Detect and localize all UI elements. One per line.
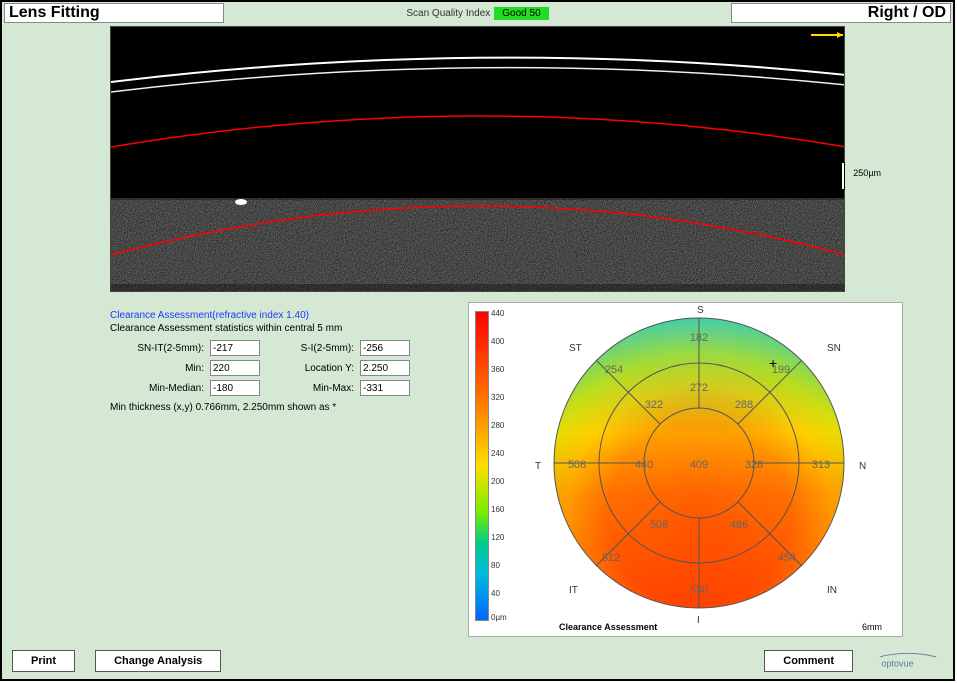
svg-text:288: 288 (735, 399, 753, 411)
svg-text:254: 254 (605, 364, 623, 376)
clearance-subtitle: Clearance Assessment statistics within c… (110, 323, 450, 334)
map-title: Clearance Assessment (559, 622, 657, 632)
svg-text:454: 454 (778, 552, 796, 564)
change-analysis-button[interactable]: Change Analysis (95, 650, 221, 672)
print-button[interactable]: Print (12, 650, 75, 672)
minmed-field[interactable] (210, 380, 260, 396)
header-bar: Lens Fitting Scan Quality Index Good 50 … (2, 2, 953, 24)
colorbar-tick: 0µm (491, 613, 507, 622)
scale-bar-label: 250µm (853, 168, 881, 178)
colorbar-tick: 40 (491, 589, 500, 598)
svg-text:322: 322 (645, 399, 663, 411)
si-field[interactable] (360, 340, 410, 356)
minmed-label: Min-Median: (110, 383, 210, 394)
svg-text:512: 512 (602, 552, 620, 564)
svg-text:optovue: optovue (881, 659, 913, 669)
svg-text:508: 508 (568, 459, 586, 471)
snit-label: SN-IT(2-5mm): (110, 343, 210, 354)
colorbar-tick: 400 (491, 337, 504, 346)
compass-i: I (697, 615, 700, 626)
svg-text:182: 182 (690, 332, 708, 344)
colorbar-tick: 240 (491, 449, 504, 458)
colorbar-tick: 440 (491, 309, 504, 318)
svg-text:508: 508 (650, 519, 668, 531)
svg-text:530: 530 (690, 584, 708, 596)
footer-bar: Print Change Analysis Comment optovue (2, 643, 953, 679)
svg-text:313: 313 (812, 459, 830, 471)
colorbar-tick: 120 (491, 533, 504, 542)
minmax-label: Min-Max: (260, 383, 360, 394)
app-window: Lens Fitting Scan Quality Index Good 50 … (0, 0, 955, 681)
compass-in: IN (827, 585, 837, 596)
clearance-map[interactable]: 440 400 360 320 280 240 200 160 120 80 4… (468, 302, 903, 637)
colorbar-tick: 80 (491, 561, 500, 570)
map-scale: 6mm (862, 622, 882, 632)
colorbar-tick: 280 (491, 421, 504, 430)
page-title: Lens Fitting (4, 3, 224, 23)
svg-text:486: 486 (730, 519, 748, 531)
min-label: Min: (110, 363, 210, 374)
colorbar-tick: 320 (491, 393, 504, 402)
colorbar (475, 311, 489, 621)
svg-text:272: 272 (690, 382, 708, 394)
minmax-field[interactable] (360, 380, 410, 396)
colorbar-tick: 360 (491, 365, 504, 374)
header-center: Scan Quality Index Good 50 (224, 7, 731, 20)
compass-s: S (697, 305, 704, 316)
min-field[interactable] (210, 360, 260, 376)
compass-st: ST (569, 343, 582, 354)
oct-scan-image[interactable] (110, 26, 845, 292)
radial-map-svg: + 409 272 288 322 440 328 508 486 182 19… (549, 313, 849, 613)
svg-text:199: 199 (772, 364, 790, 376)
eye-label: Right / OD (731, 3, 951, 23)
compass-it: IT (569, 585, 578, 596)
colorbar-tick: 200 (491, 477, 504, 486)
svg-text:440: 440 (635, 459, 653, 471)
scan-quality-label: Scan Quality Index (406, 8, 490, 19)
clearance-panel: Clearance Assessment(refractive index 1.… (110, 310, 450, 413)
compass-sn: SN (827, 343, 841, 354)
clearance-title: Clearance Assessment(refractive index 1.… (110, 310, 450, 321)
compass-n: N (859, 461, 866, 472)
locy-field[interactable] (360, 360, 410, 376)
compass-t: T (535, 461, 541, 472)
scale-bar-icon (841, 162, 845, 190)
si-label: S-I(2-5mm): (260, 343, 360, 354)
svg-text:328: 328 (745, 459, 763, 471)
svg-text:409: 409 (690, 459, 708, 471)
scan-svg (111, 27, 845, 292)
scan-quality-badge: Good 50 (494, 7, 548, 20)
locy-label: Location Y: (260, 363, 360, 374)
colorbar-tick: 160 (491, 505, 504, 514)
min-thickness-note: Min thickness (x,y) 0.766mm, 2.250mm sho… (110, 402, 450, 413)
optovue-logo: optovue (873, 650, 943, 672)
comment-button[interactable]: Comment (764, 650, 853, 672)
snit-field[interactable] (210, 340, 260, 356)
